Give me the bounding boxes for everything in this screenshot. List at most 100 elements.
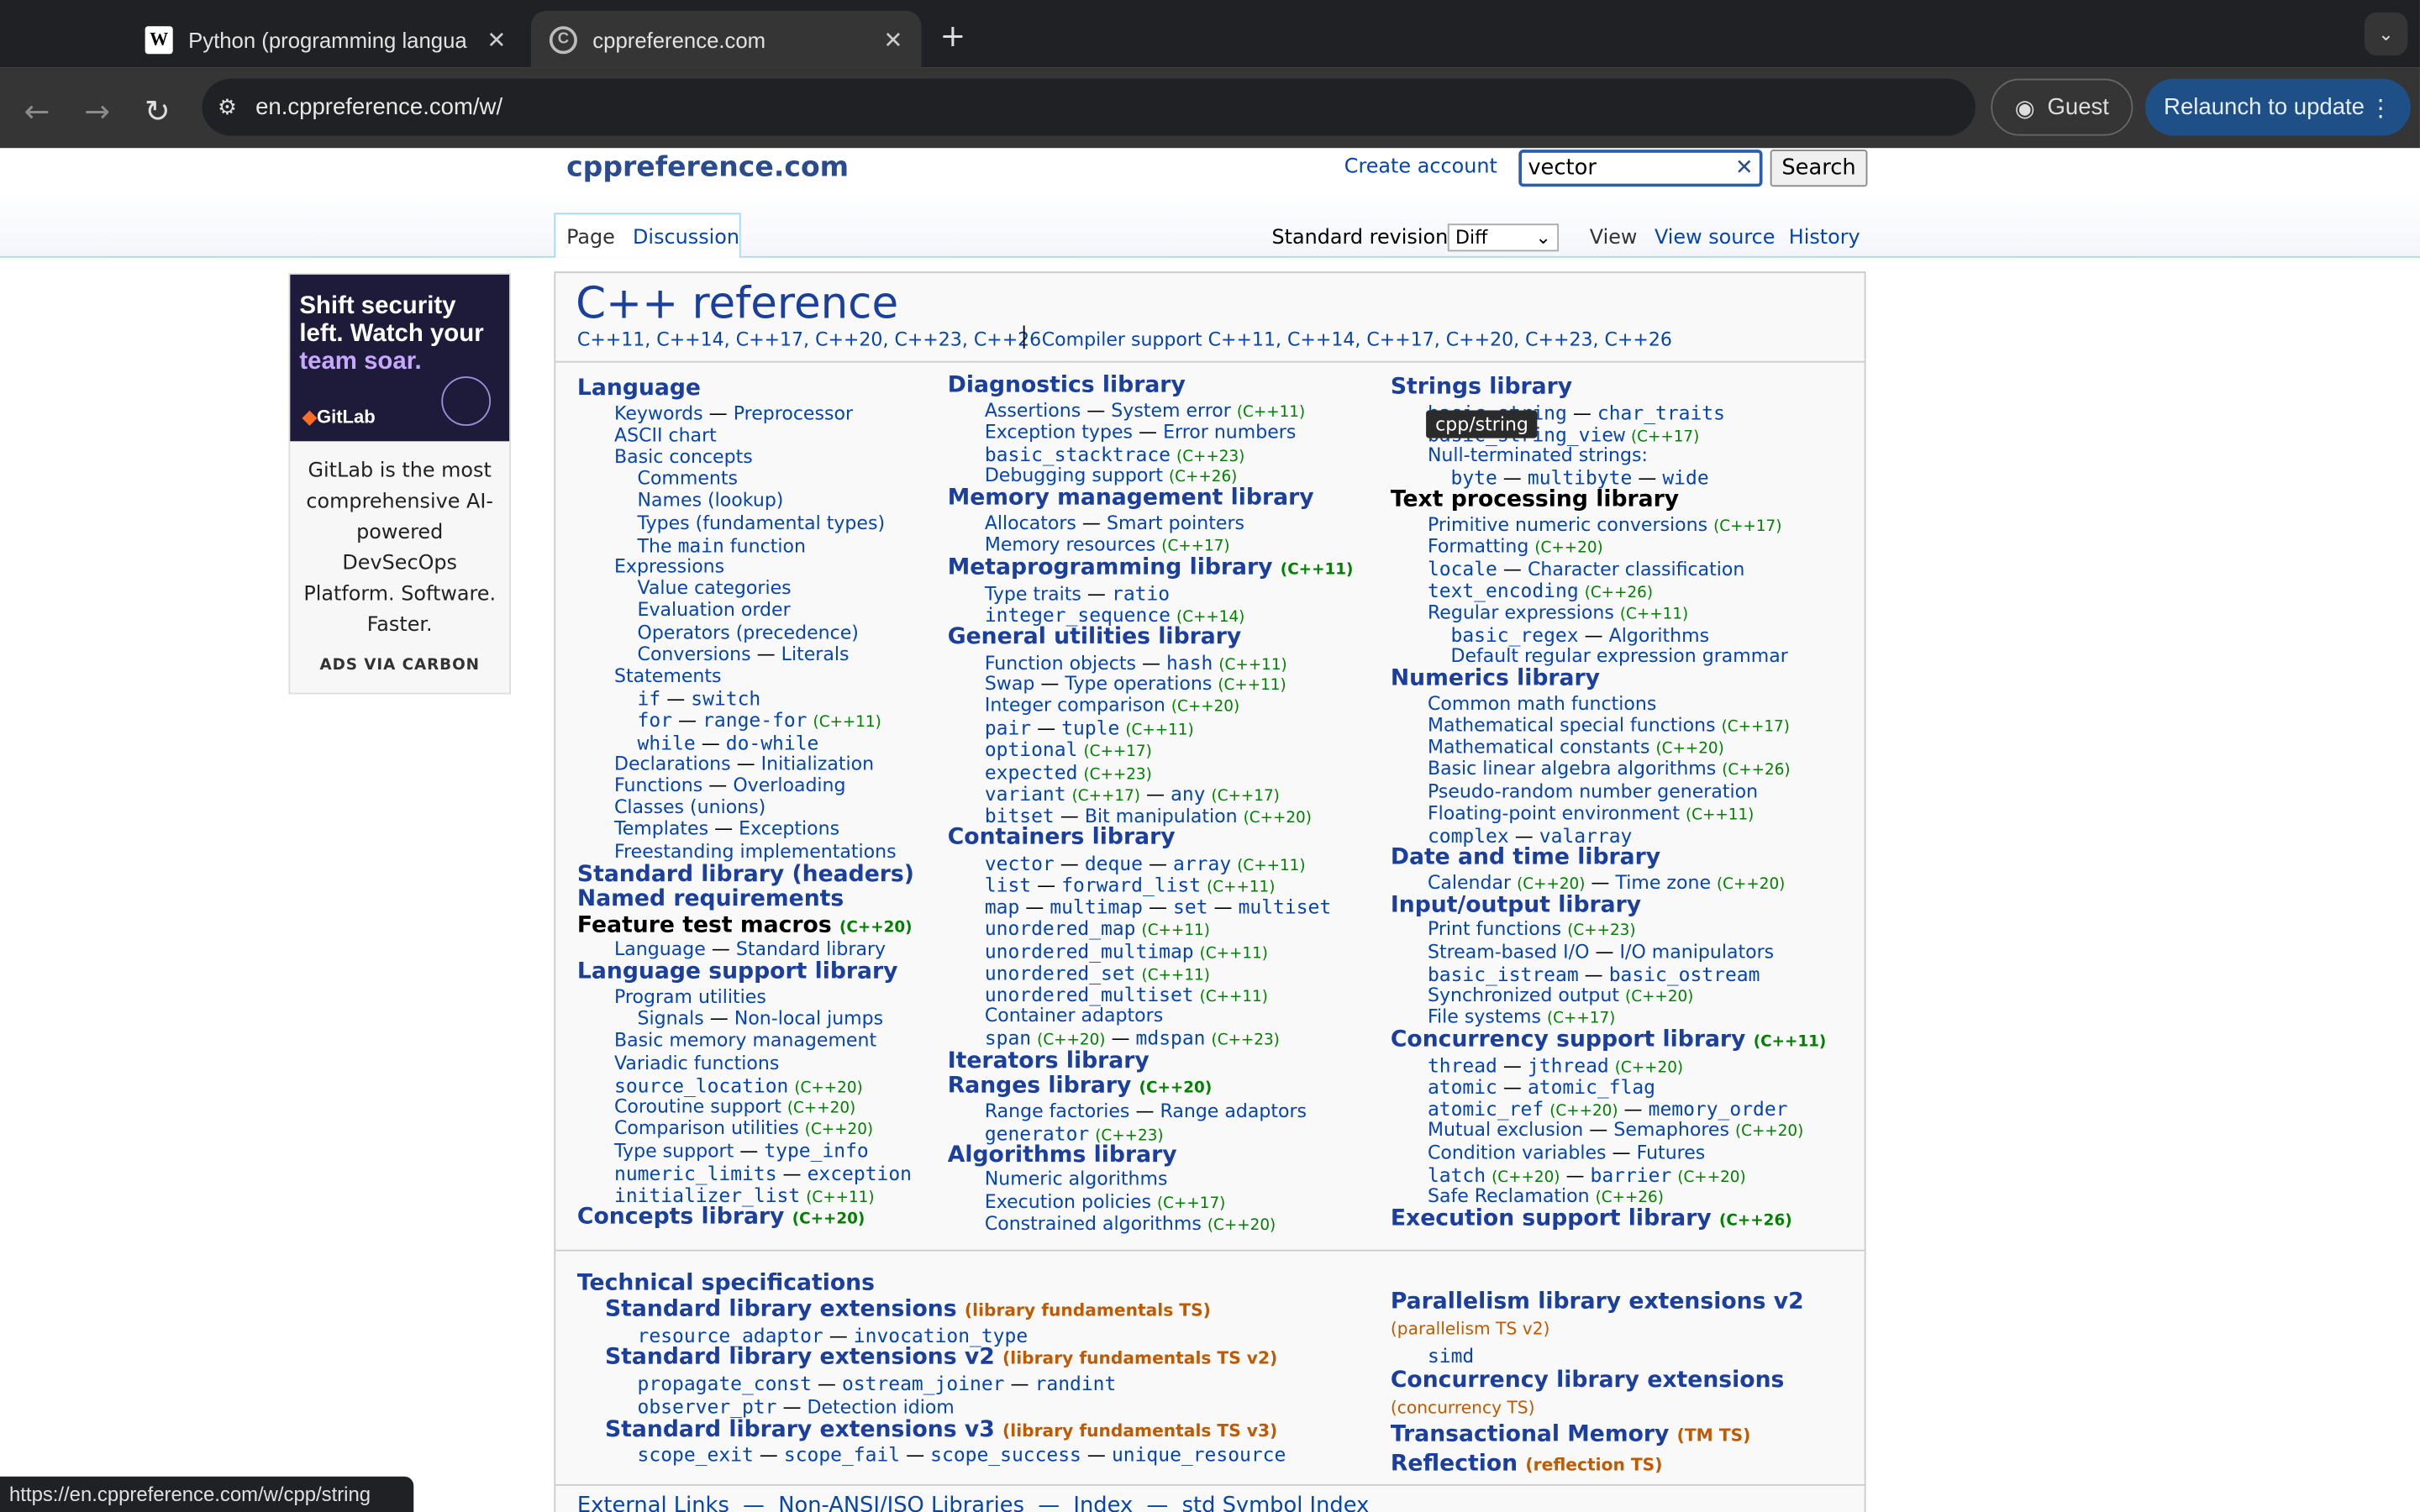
section-heading[interactable]: Metaprogramming library (C++11) [948, 556, 1354, 580]
list-item[interactable]: Stream-based I/O — I/O manipulators [1428, 940, 1774, 962]
section-heading[interactable]: Concurrency library extensions [1391, 1368, 1785, 1393]
tab-discussion[interactable]: Discussion [633, 227, 739, 250]
list-item[interactable]: Freestanding implementations [614, 840, 897, 862]
list-item[interactable]: Templates — Exceptions [614, 818, 839, 840]
section-heading[interactable]: Algorithms library [948, 1143, 1177, 1168]
new-tab-icon[interactable]: + [940, 17, 966, 54]
list-item[interactable]: Basic linear algebra algorithms (C++26) [1428, 758, 1791, 782]
list-item[interactable]: Operators (precedence) [638, 621, 859, 643]
list-item[interactable]: basic_regex — Algorithms [1450, 623, 1709, 647]
section-heading[interactable]: Text processing library [1391, 488, 1679, 512]
list-item[interactable]: observer_ptr — Detection idiom [638, 1394, 955, 1418]
list-item[interactable]: Mathematical constants (C++20) [1428, 736, 1724, 760]
list-item[interactable]: Statements [614, 664, 721, 686]
tab-page[interactable]: Page [566, 227, 615, 250]
search-input[interactable]: vector ✕ [1518, 150, 1763, 187]
list-item[interactable]: Mutual exclusion — Semaphores (C++20) [1428, 1119, 1803, 1143]
list-item[interactable]: Names (lookup) [638, 490, 784, 512]
section-heading[interactable]: Transactional Memory (TM TS) [1391, 1423, 1751, 1447]
tab-search-chevron-icon[interactable]: ⌄ [2364, 12, 2408, 56]
list-item[interactable]: Allocators — Smart pointers [985, 512, 1244, 533]
tab-view-source[interactable]: View source [1655, 227, 1776, 250]
list-item[interactable]: Container adaptors [985, 1005, 1163, 1026]
section-heading[interactable]: Memory management library [948, 486, 1314, 511]
list-item[interactable]: Debugging support (C++26) [985, 465, 1238, 489]
create-account-link[interactable]: Create account [1344, 156, 1497, 180]
section-heading[interactable]: Concepts library (C++20) [577, 1205, 865, 1229]
subsection-heading[interactable]: Standard library extensions v2 (library … [605, 1346, 1277, 1370]
version-links[interactable]: C++11, C++14, C++17, C++20, C++23, C++26 [577, 328, 1041, 350]
tab-python[interactable]: W Python (programming langua ✕ [127, 11, 525, 68]
list-item[interactable]: Types (fundamental types) [638, 512, 886, 533]
list-item[interactable]: Primitive numeric conversions (C++17) [1428, 513, 1781, 538]
list-item[interactable]: Print functions (C++23) [1428, 918, 1636, 942]
list-item[interactable]: if — switch [638, 687, 761, 711]
list-item[interactable]: scope_exit — scope_fail — scope_success … [638, 1443, 1286, 1467]
section-heading[interactable]: Named requirements [577, 887, 844, 911]
list-item[interactable]: Assertions — System error (C++11) [985, 399, 1305, 423]
list-item[interactable]: Coroutine support (C++20) [614, 1095, 855, 1120]
list-item[interactable]: Calendar (C++20) — Time zone (C++20) [1428, 871, 1785, 895]
section-heading[interactable]: Date and time library [1391, 846, 1660, 870]
list-item[interactable]: Type traits — ratio [985, 581, 1170, 605]
list-item[interactable]: Floating-point environment (C++11) [1428, 802, 1754, 827]
subsection-heading[interactable]: Standard library extensions v3 (library … [605, 1417, 1277, 1441]
list-item[interactable]: Mathematical special functions (C++17) [1428, 714, 1790, 738]
list-item[interactable]: while — do-while [638, 731, 819, 754]
section-heading[interactable]: Containers library [948, 826, 1176, 850]
back-icon[interactable]: ← [20, 92, 54, 129]
list-item[interactable]: Formatting (C++20) [1428, 535, 1603, 559]
list-item[interactable]: File systems (C++17) [1428, 1006, 1615, 1031]
section-heading[interactable]: Numerics library [1391, 667, 1600, 691]
address-bar[interactable]: ⚙ en.cppreference.com/w/ [202, 78, 1975, 136]
forward-icon[interactable]: → [81, 92, 114, 129]
list-item[interactable]: Safe Reclamation (C++26) [1428, 1185, 1664, 1210]
list-item[interactable]: resource_adaptor — invocation_type [638, 1324, 1028, 1347]
list-item[interactable]: propagate_const — ostream_joiner — randi… [638, 1372, 1117, 1395]
list-item[interactable]: Program utilities [614, 985, 766, 1007]
section-heading[interactable]: Input/output library [1391, 893, 1641, 917]
bottom-links[interactable]: External Links — Non-ANSI/ISO Libraries … [577, 1494, 1369, 1512]
section-heading[interactable]: Strings library [1391, 375, 1572, 399]
list-item[interactable]: numeric_limits — exception [614, 1161, 912, 1184]
section-heading[interactable]: Language [577, 376, 701, 401]
list-item[interactable]: Declarations — Initialization [614, 753, 874, 774]
list-item[interactable]: Basic memory management [614, 1030, 876, 1052]
section-heading[interactable]: Concurrency support library (C++11) [1391, 1028, 1826, 1053]
list-item[interactable]: The main function [638, 533, 806, 557]
clear-search-icon[interactable]: ✕ [1735, 156, 1754, 181]
reload-icon[interactable]: ↻ [140, 92, 174, 129]
section-heading[interactable]: Diagnostics library [948, 373, 1186, 397]
relaunch-button[interactable]: Relaunch to update ⋮ [2145, 78, 2411, 136]
list-item[interactable]: Conversions — Literals [638, 643, 850, 664]
list-item[interactable]: basic_istream — basic_ostream [1428, 963, 1760, 986]
list-item[interactable]: Exception types — Error numbers [985, 421, 1297, 443]
section-heading[interactable]: Standard library (headers) [577, 862, 914, 886]
section-heading[interactable]: Reflection (reflection TS) [1391, 1452, 1663, 1476]
list-item[interactable]: Integer comparison (C++20) [985, 695, 1239, 719]
list-item[interactable]: locale — Character classification [1428, 557, 1744, 580]
list-item[interactable]: Keywords — Preprocessor [614, 402, 853, 423]
list-item[interactable]: Functions — Overloading [614, 774, 846, 796]
list-item[interactable]: Memory resources (C++17) [985, 533, 1230, 558]
close-icon[interactable]: ✕ [487, 25, 506, 53]
list-item[interactable]: Null-terminated strings: [1428, 444, 1648, 466]
list-item[interactable]: Comparison utilities (C++20) [614, 1117, 873, 1142]
site-title-link[interactable]: cppreference.com [566, 151, 849, 184]
list-item[interactable]: Value categories [638, 577, 792, 599]
list-item[interactable]: Signals — Non-local jumps [638, 1008, 884, 1030]
list-item[interactable]: Expressions [614, 555, 724, 577]
list-item[interactable]: Basic concepts [614, 446, 753, 468]
section-heading[interactable]: Ranges library (C++20) [948, 1074, 1213, 1098]
ad-footer[interactable]: ADS VIA CARBON [290, 657, 509, 674]
subsection-heading[interactable]: Standard library extensions (library fun… [605, 1297, 1211, 1321]
list-item[interactable]: Variadic functions [614, 1052, 779, 1074]
list-item[interactable]: Comments [638, 468, 738, 490]
list-item[interactable]: Numeric algorithms [985, 1168, 1168, 1190]
list-item[interactable]: Condition variables — Futures [1428, 1141, 1705, 1163]
search-button[interactable]: Search [1770, 150, 1868, 187]
more-menu-icon[interactable]: ⋮ [2369, 93, 2392, 121]
list-item[interactable]: simd [1428, 1344, 1474, 1368]
list-item[interactable]: Pseudo-random number generation [1428, 780, 1758, 801]
tab-history[interactable]: History [1789, 227, 1860, 250]
